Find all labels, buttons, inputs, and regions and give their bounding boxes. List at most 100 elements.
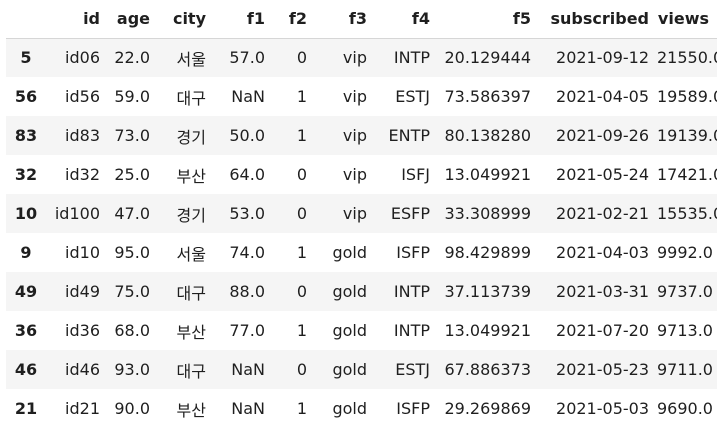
table-cell-f3: gold — [332, 399, 367, 418]
table-cell-views: 9690.0 — [657, 399, 713, 418]
table-cell-f2: 1 — [296, 87, 307, 106]
table-row: 9 id10 95.0 서울 74.0 1 gold ISFP 98.429899 2021-04… — [6, 233, 717, 272]
table-row: 10 id100 47.0 경기 53.0 0 vip ESFP 33.308999 2021-0… — [6, 194, 717, 233]
row-index: 21 — [14, 399, 38, 418]
table-cell-views: 9711.0 — [657, 360, 713, 379]
table-cell-f5: 98.429899 — [444, 243, 531, 262]
table-cell-city: 경기 — [176, 205, 206, 225]
table-row: 21 id21 90.0 부산 NaN 1 gold ISFP 29.269869 2021-05… — [6, 389, 717, 428]
table-cell-subscribed: 2021-05-03 — [556, 399, 649, 418]
table-cell-f4: ESFP — [390, 204, 430, 223]
table-cell-id: id36 — [65, 321, 100, 340]
table-cell-age: 90.0 — [114, 399, 150, 418]
table-cell-id: id46 — [65, 360, 100, 379]
table-cell-f1: 88.0 — [229, 282, 265, 301]
row-index: 83 — [14, 126, 38, 145]
column-header-f1: f1 — [214, 0, 273, 39]
table-cell-id: id83 — [65, 126, 100, 145]
table-cell-f4: ESTJ — [395, 87, 430, 106]
column-header-f3: f3 — [315, 0, 375, 39]
table-cell-id: id32 — [65, 165, 100, 184]
table-cell-age: 25.0 — [114, 165, 150, 184]
table-cell-age: 73.0 — [114, 126, 150, 145]
table-cell-age: 95.0 — [114, 243, 150, 262]
table-cell-views: 15535.0 — [657, 204, 717, 223]
table-row: 36 id36 68.0 부산 77.0 1 gold INTP 13.049921 2021-0… — [6, 311, 717, 350]
table-cell-city: 경기 — [176, 127, 206, 147]
table-cell-id: id10 — [65, 243, 100, 262]
table-cell-city: 서울 — [176, 49, 206, 69]
table-cell-f1: 50.0 — [229, 126, 265, 145]
table-cell-f3: gold — [332, 321, 367, 340]
table-cell-f4: ISFP — [396, 243, 430, 262]
table-cell-f1: NaN — [231, 87, 265, 106]
table-cell-f3: vip — [342, 87, 367, 106]
table-cell-city: 부산 — [176, 322, 206, 342]
table-header: id age city f1 f2 f3 f4 f5 subscribed views — [6, 0, 717, 39]
column-header-age: age — [108, 0, 158, 39]
table-cell-views: 9713.0 — [657, 321, 713, 340]
table-cell-f4: ISFP — [396, 399, 430, 418]
table-row: 83 id83 73.0 경기 50.0 1 vip ENTP 80.138280 2021-09… — [6, 116, 717, 155]
table-cell-f1: NaN — [231, 399, 265, 418]
table-cell-id: id49 — [65, 282, 100, 301]
table-cell-city: 대구 — [176, 283, 206, 303]
table-cell-f5: 29.269869 — [444, 399, 531, 418]
table-cell-views: 17421.0 — [657, 165, 717, 184]
table-cell-city: 부산 — [176, 400, 206, 420]
table-cell-age: 93.0 — [114, 360, 150, 379]
table-cell-id: id100 — [54, 204, 100, 223]
row-index: 10 — [14, 204, 38, 223]
column-header-id: id — [46, 0, 108, 39]
table-cell-f3: vip — [342, 48, 367, 68]
table-row: 5 id06 22.0 서울 57.0 0 vip INTP 20.129444 2021-09-… — [6, 38, 717, 77]
table-cell-f5: 13.049921 — [444, 321, 531, 340]
table-cell-f5: 80.138280 — [444, 126, 531, 145]
table-cell-f5: 73.586397 — [444, 87, 531, 106]
table-cell-f2: 0 — [296, 360, 307, 379]
table-cell-city: 대구 — [176, 361, 206, 381]
table-cell-f5: 20.129444 — [444, 48, 531, 68]
table-cell-f2: 1 — [296, 321, 307, 340]
table-cell-city: 부산 — [176, 166, 206, 186]
column-header-f5: f5 — [438, 0, 539, 39]
row-index: 32 — [14, 165, 38, 184]
row-index: 46 — [14, 360, 38, 379]
column-header-f4: f4 — [375, 0, 438, 39]
table-cell-f5: 37.113739 — [444, 282, 531, 301]
table-cell-views: 19139.0 — [657, 126, 717, 145]
table-cell-subscribed: 2021-02-21 — [556, 204, 649, 223]
table-cell-f2: 0 — [296, 282, 307, 301]
index-column-header — [6, 0, 46, 39]
column-header-views: views — [657, 0, 717, 39]
table-row: 49 id49 75.0 대구 88.0 0 gold INTP 37.113739 2021-0… — [6, 272, 717, 311]
row-index: 56 — [14, 87, 38, 106]
table-cell-f1: 77.0 — [229, 321, 265, 340]
table-cell-f1: NaN — [231, 360, 265, 379]
header-row: id age city f1 f2 f3 f4 f5 subscribed views — [6, 0, 717, 39]
table-cell-subscribed: 2021-04-03 — [556, 243, 649, 262]
table-cell-subscribed: 2021-05-24 — [556, 165, 649, 184]
table-cell-f5: 33.308999 — [444, 204, 531, 223]
table-cell-views: 19589.0 — [657, 87, 717, 106]
table-cell-f2: 1 — [296, 399, 307, 418]
table-cell-age: 59.0 — [114, 87, 150, 106]
table-cell-subscribed: 2021-04-05 — [556, 87, 649, 106]
table-cell-f3: gold — [332, 360, 367, 379]
column-header-city: city — [158, 0, 214, 39]
table-cell-subscribed: 2021-09-12 — [556, 48, 649, 68]
table-cell-f4: ESTJ — [395, 360, 430, 379]
table-cell-age: 75.0 — [114, 282, 150, 301]
table-cell-f2: 0 — [296, 48, 307, 68]
table-cell-f2: 0 — [296, 165, 307, 184]
table-cell-f1: 74.0 — [229, 243, 265, 262]
column-header-subscribed: subscribed — [539, 0, 657, 39]
table-cell-subscribed: 2021-09-26 — [556, 126, 649, 145]
table-cell-f3: vip — [342, 165, 367, 184]
table-cell-f2: 1 — [296, 243, 307, 262]
table-cell-id: id06 — [65, 48, 100, 68]
row-index: 9 — [20, 243, 32, 262]
dataframe-table: id age city f1 f2 f3 f4 f5 subscribed views 5 id06… — [6, 0, 717, 428]
table-row: 46 id46 93.0 대구 NaN 0 gold ESTJ 67.886373 2021-05… — [6, 350, 717, 389]
table-cell-views: 21550.0 — [657, 48, 717, 68]
